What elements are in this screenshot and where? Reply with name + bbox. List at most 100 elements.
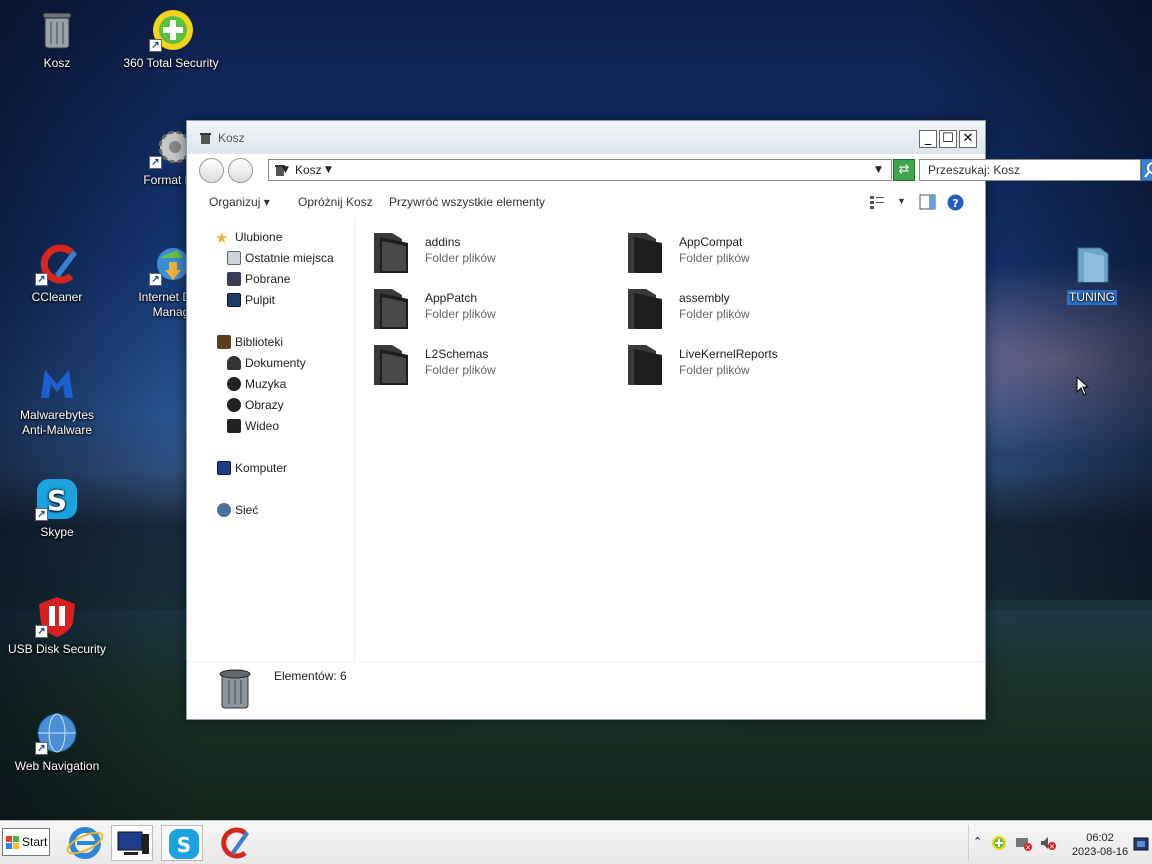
desktop-icon-tuning-folder[interactable]: TUNING (1037, 242, 1147, 305)
refresh-button[interactable]: ⇄ (893, 159, 915, 181)
title-bar[interactable]: Kosz _ ☐ ✕ (187, 121, 985, 154)
nav-music[interactable]: Muzyka (227, 377, 286, 391)
forward-button[interactable] (228, 158, 253, 183)
taskbar-skype[interactable]: S (161, 825, 203, 861)
folder-icon (374, 233, 408, 273)
address-bar[interactable]: ▼ Kosz ▼ ▼ (268, 159, 892, 181)
restore-all-button[interactable]: Przywróć wszystkie elementy (389, 195, 545, 209)
music-icon (227, 377, 241, 391)
help-icon[interactable]: ? (947, 194, 964, 211)
minimize-button[interactable]: _ (919, 130, 937, 148)
computer-icon (117, 831, 149, 855)
desktop-icon-ccleaner[interactable]: ↗ CCleaner (2, 242, 112, 305)
svg-text:✕: ✕ (1025, 844, 1031, 851)
close-button[interactable]: ✕ (959, 130, 977, 148)
list-item[interactable]: AppPatch Folder plików (372, 281, 622, 331)
item-type: Folder plików (425, 307, 496, 321)
nav-libraries[interactable]: Biblioteki (217, 335, 283, 349)
nav-recent-places[interactable]: Ostatnie miejsca (227, 251, 334, 265)
list-item[interactable]: L2Schemas Folder plików (372, 337, 622, 387)
address-history-dropdown-icon[interactable]: ▼ (875, 165, 882, 175)
nav-downloads[interactable]: Pobrane (227, 272, 290, 286)
nav-computer[interactable]: Komputer (217, 461, 287, 475)
windows-flag-icon (6, 836, 19, 849)
desktop-icon-usb-disk-security[interactable]: ↗ USB Disk Security (2, 594, 112, 657)
nav-pictures[interactable]: Obrazy (227, 398, 284, 412)
item-name: L2Schemas (425, 347, 489, 361)
desktop-icon-label: Kosz (43, 56, 71, 70)
recycle-bin-icon (219, 669, 251, 709)
view-options-icon[interactable] (869, 194, 885, 210)
taskbar: Start S ⌃ ✕ ✕ 06:02 2023-08-16 (0, 820, 1152, 864)
taskbar-ccleaner[interactable] (213, 825, 255, 861)
breadcrumb-kosz[interactable]: Kosz (295, 163, 322, 177)
maximize-button[interactable]: ☐ (939, 130, 957, 148)
explorer-window: Kosz _ ☐ ✕ ▼ Kosz ▼ ▼ ⇄ Przeszukaj: Kosz… (186, 120, 1152, 720)
documents-icon (227, 356, 241, 370)
ccleaner-icon (221, 827, 249, 859)
desktop-icon-web-navigation[interactable]: ↗ Web Navigation (2, 711, 112, 774)
list-item[interactable]: AppCompat Folder plików (626, 225, 876, 275)
star-icon: ★ (215, 230, 229, 247)
breadcrumb-chevron-icon[interactable]: ▼ (282, 165, 289, 175)
search-placeholder: Przeszukaj: Kosz (928, 163, 1021, 177)
shortcut-arrow-icon: ↗ (35, 508, 48, 521)
nav-network[interactable]: Sieć (217, 503, 258, 517)
search-icon[interactable] (1141, 159, 1152, 181)
window-controls: _ ☐ ✕ (919, 130, 977, 148)
svg-text:✕: ✕ (1049, 843, 1055, 851)
clock-date: 2023-08-16 (1071, 846, 1129, 858)
preview-pane-icon[interactable] (919, 194, 936, 210)
item-type: Folder plików (425, 251, 496, 265)
clock-time: 06:02 (1086, 832, 1114, 844)
volume-muted-icon[interactable]: ✕ (1039, 835, 1057, 851)
item-name: AppPatch (425, 291, 478, 305)
show-desktop-icon[interactable] (1133, 837, 1149, 851)
show-hidden-icons-icon[interactable]: ⌃ (973, 835, 982, 848)
shortcut-arrow-icon: ↗ (149, 273, 162, 286)
command-bar: Organizuj ▾ Opróżnij Kosz Przywróć wszys… (187, 188, 985, 217)
list-item[interactable]: addins Folder plików (372, 225, 622, 275)
nav-favorites[interactable]: ★ Ulubione (215, 230, 282, 247)
shortcut-arrow-icon: ↗ (35, 742, 48, 755)
organize-button[interactable]: Organizuj ▾ (209, 195, 270, 209)
shortcut-arrow-icon: ↗ (35, 625, 48, 638)
list-item[interactable]: LiveKernelReports Folder plików (626, 337, 876, 387)
taskbar-explorer[interactable] (111, 825, 153, 861)
desktop-icon-label: CCleaner (31, 290, 83, 304)
plus-shield-icon[interactable] (991, 835, 1007, 851)
clock[interactable]: 06:02 2023-08-16 (1065, 831, 1135, 859)
nav-videos[interactable]: Wideo (227, 419, 279, 433)
item-type: Folder plików (679, 307, 750, 321)
desktop-icon-360-total-security[interactable]: ↗ 360 Total Security (116, 8, 226, 71)
list-item[interactable]: assembly Folder plików (626, 281, 876, 331)
breadcrumb-chevron-icon[interactable]: ▼ (325, 165, 332, 175)
item-type: Folder plików (679, 363, 750, 377)
recycle-bin-icon (35, 8, 79, 52)
file-list: addins Folder plików AppCompat Folder pl… (357, 218, 985, 661)
nav-documents[interactable]: Dokumenty (227, 356, 306, 370)
empty-recycle-bin-button[interactable]: Opróżnij Kosz (298, 195, 373, 209)
computer-icon (217, 461, 231, 475)
view-dropdown-icon[interactable]: ▼ (897, 196, 906, 206)
desktop-icon-malwarebytes[interactable]: Malwarebytes Anti-Malware (2, 360, 112, 438)
internet-explorer-icon (66, 827, 104, 859)
folder-icon (628, 233, 662, 273)
folder-icon (628, 345, 662, 385)
search-input[interactable]: Przeszukaj: Kosz (919, 159, 1141, 181)
start-button[interactable]: Start (2, 828, 50, 856)
item-name: assembly (679, 291, 730, 305)
back-button[interactable] (199, 158, 224, 183)
network-icon (217, 503, 231, 517)
nav-desktop[interactable]: Pulpit (227, 293, 275, 307)
desktop-icon-recycle-bin[interactable]: Kosz (2, 8, 112, 71)
svg-text:?: ? (952, 197, 958, 210)
recycle-bin-icon (200, 133, 211, 144)
taskbar-internet-explorer[interactable] (64, 825, 106, 861)
globe-icon: ↗ (35, 711, 79, 755)
desktop-icon-label: Skype (40, 525, 74, 539)
network-disconnected-icon[interactable]: ✕ (1015, 835, 1033, 851)
shortcut-arrow-icon: ↗ (149, 156, 162, 169)
svg-text:S: S (177, 833, 191, 857)
desktop-icon-skype[interactable]: S ↗ Skype (2, 477, 112, 540)
